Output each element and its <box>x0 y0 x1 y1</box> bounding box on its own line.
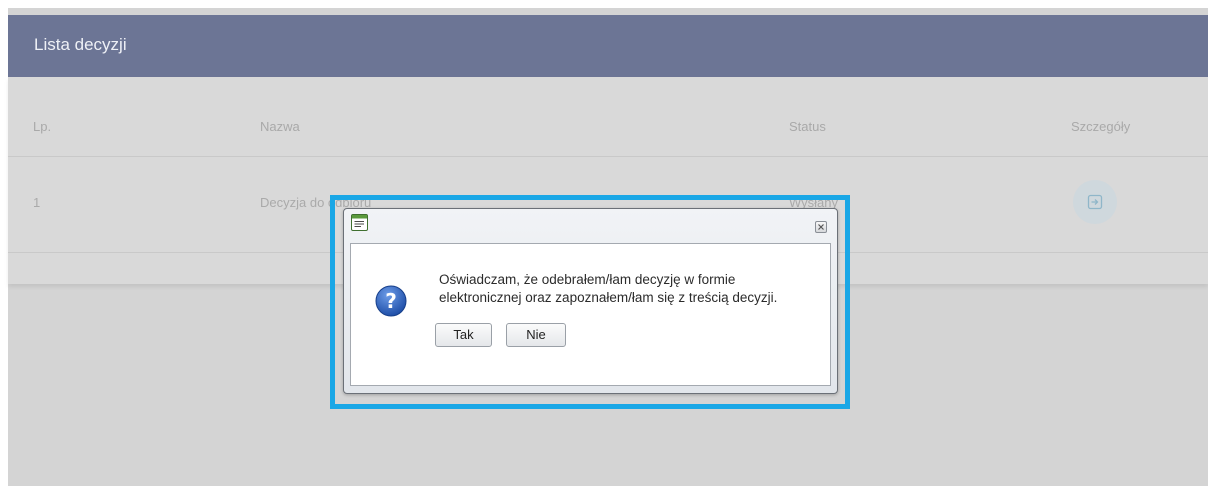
question-icon: ? <box>375 285 407 317</box>
column-header-status[interactable]: Status <box>789 119 826 134</box>
dialog-body: ? Oświadczam, że odebrałem/łam decyzję w… <box>350 243 831 386</box>
details-button[interactable] <box>1073 180 1117 224</box>
column-header-lp[interactable]: Lp. <box>33 119 51 134</box>
table-header-row: Lp. Nazwa Status Szczegóły <box>8 77 1208 157</box>
panel-header: Lista decyzji <box>8 15 1208 77</box>
column-header-szczegoly: Szczegóły <box>1071 119 1131 134</box>
open-details-icon <box>1087 194 1103 210</box>
svg-text:?: ? <box>385 289 397 313</box>
column-header-nazwa[interactable]: Nazwa <box>260 119 300 134</box>
yes-button[interactable]: Tak <box>435 323 492 347</box>
panel-title: Lista decyzji <box>34 35 127 54</box>
close-icon <box>818 224 824 230</box>
dialog-message-line-2: elektronicznej oraz zapoznałem/łam się z… <box>439 290 778 305</box>
row-lp: 1 <box>33 195 41 210</box>
window-icon <box>351 214 368 231</box>
dialog-message: Oświadczam, że odebrałem/łam decyzję w f… <box>439 271 829 307</box>
no-button[interactable]: Nie <box>506 323 566 347</box>
confirmation-dialog: ? Oświadczam, że odebrałem/łam decyzję w… <box>343 208 838 394</box>
dialog-message-line-1: Oświadczam, że odebrałem/łam decyzję w f… <box>439 272 736 287</box>
close-button[interactable] <box>815 221 827 233</box>
